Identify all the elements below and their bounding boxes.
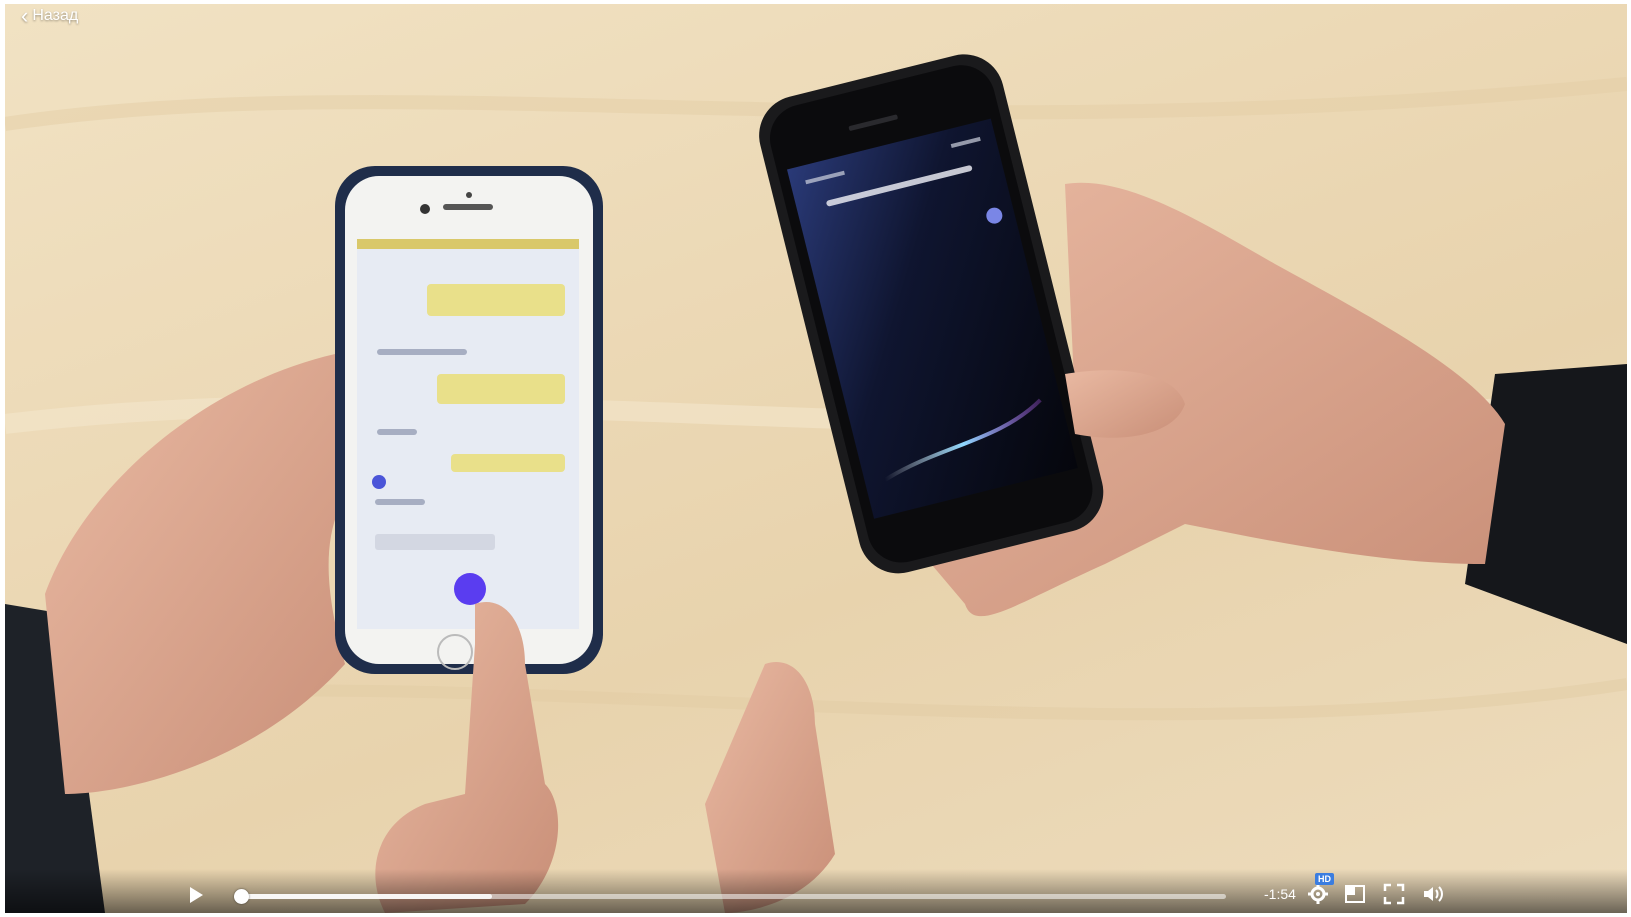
- settings-button[interactable]: [1307, 883, 1329, 905]
- chevron-left-icon: ‹: [21, 4, 29, 28]
- video-frame: [5, 54, 1627, 913]
- player-controls: -1:54 HD: [5, 869, 1627, 913]
- pip-button[interactable]: [1344, 883, 1366, 905]
- fullscreen-icon: [1383, 883, 1405, 905]
- back-label: Назад: [32, 7, 79, 24]
- hd-badge: HD: [1315, 873, 1334, 885]
- time-remaining: -1:54: [1264, 886, 1296, 902]
- picture-in-picture-icon: [1345, 885, 1365, 903]
- progress-bar[interactable]: [233, 889, 1226, 904]
- play-icon: [190, 887, 203, 903]
- progress-knob[interactable]: [233, 889, 249, 904]
- volume-icon: [1424, 886, 1443, 902]
- play-button[interactable]: [185, 884, 207, 906]
- back-button[interactable]: ‹ Назад: [21, 4, 79, 28]
- video-player[interactable]: ‹ Назад -1:54 HD: [5, 4, 1627, 913]
- fullscreen-button[interactable]: [1383, 883, 1405, 905]
- buffered-bar: [234, 894, 492, 899]
- gear-icon: [1308, 884, 1328, 904]
- volume-button[interactable]: [1422, 883, 1444, 905]
